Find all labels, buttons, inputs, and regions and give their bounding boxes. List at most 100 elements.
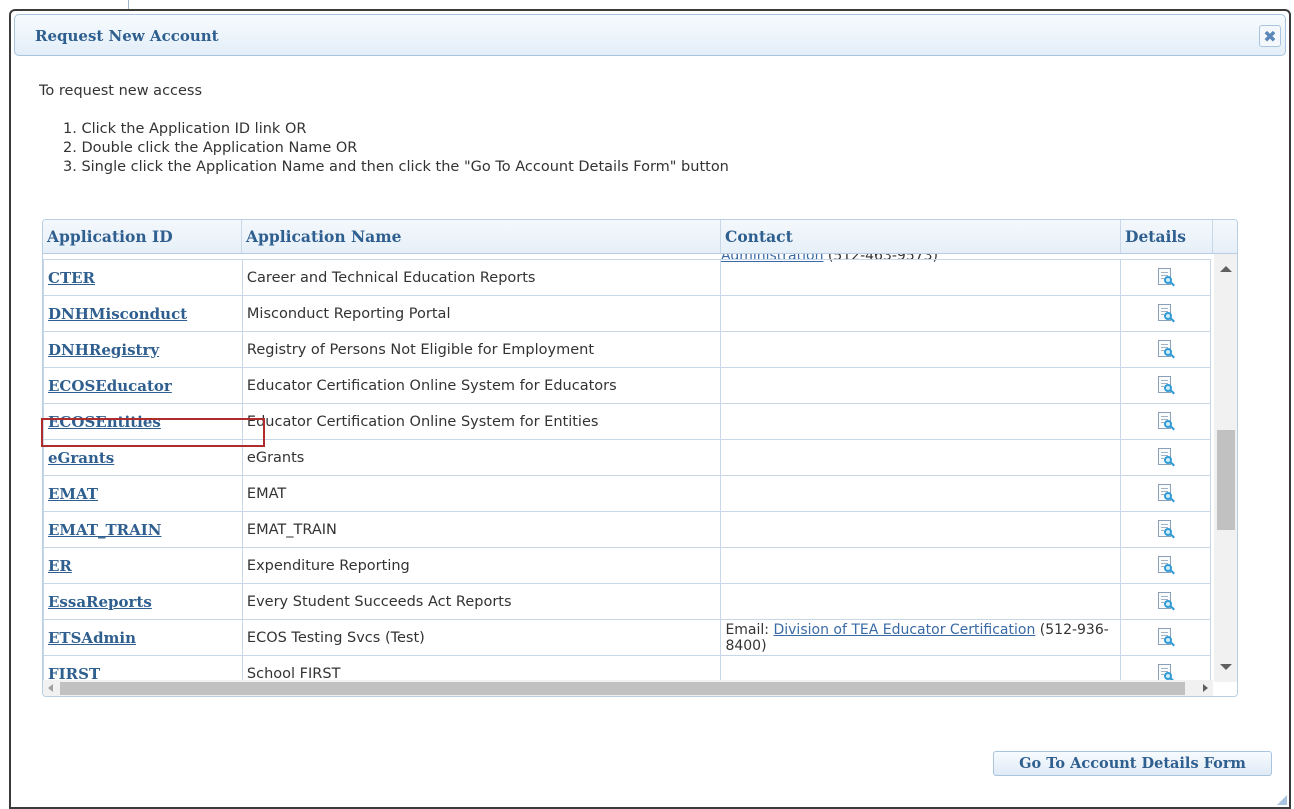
table-row[interactable]: DNHMisconduct Misconduct Reporting Portal [43,295,1211,332]
document-search-icon[interactable] [1157,483,1175,504]
application-name-cell[interactable]: Educator Certification Online System for… [241,403,722,440]
scroll-up-arrow-icon[interactable] [1220,266,1232,272]
details-cell [1120,619,1211,656]
instruction-step: 1. Click the Application ID link OR [63,121,307,137]
contact-cell [720,331,1122,368]
application-name-cell[interactable]: Educator Certification Online System for… [241,367,722,404]
document-search-icon[interactable] [1157,555,1175,576]
document-search-icon[interactable] [1157,663,1175,680]
table-row[interactable]: CTER Career and Technical Education Repor… [43,259,1211,296]
details-cell [1120,367,1211,404]
dialog-titlebar: Request New Account ✖ [14,14,1286,56]
details-cell [1120,331,1211,368]
application-name-cell[interactable]: ECOS Testing Svcs (Test) [241,619,722,656]
application-id-link[interactable]: EMAT_TRAIN [48,521,162,539]
document-search-icon[interactable] [1157,591,1175,612]
scrollbar-corner [1214,682,1237,696]
column-header-details[interactable]: Details [1121,220,1213,253]
grid-header: Application ID Application Name Contact … [43,220,1237,254]
details-cell [1120,511,1211,548]
document-search-icon[interactable] [1157,303,1175,324]
application-id-link[interactable]: ECOSEntities [48,413,161,431]
column-header-application-id[interactable]: Application ID [43,220,242,253]
contact-cell [720,439,1122,476]
table-row[interactable]: ECOSEducator Educator Certification Onlin… [43,367,1211,404]
scroll-right-arrow-icon[interactable] [1203,684,1208,692]
application-id-cell: EMAT_TRAIN [43,511,243,548]
application-id-link[interactable]: eGrants [48,449,114,467]
contact-label: Email: [725,621,774,638]
application-name-cell[interactable]: Misconduct Reporting Portal [241,295,722,332]
instruction-step: 2. Double click the Application Name OR [63,140,358,156]
go-to-account-details-form-button[interactable]: Go To Account Details Form [993,751,1272,776]
column-header-contact[interactable]: Contact [721,220,1121,253]
horizontal-scrollbar[interactable] [43,680,1213,696]
table-row[interactable]: ER Expenditure Reporting [43,547,1211,584]
details-cell [1120,475,1211,512]
vertical-scrollbar[interactable] [1214,254,1237,682]
details-cell [1120,655,1211,680]
resize-grip-icon[interactable] [1275,793,1287,805]
contact-link[interactable]: Division of TEA Educator Certification [773,622,1035,638]
application-id-cell: DNHMisconduct [43,295,243,332]
application-name-cell[interactable]: EMAT [241,475,722,512]
dialog-title: Request New Account [35,27,219,45]
column-header-application-name[interactable]: Application Name [242,220,721,253]
scroll-down-arrow-icon[interactable] [1220,664,1232,670]
application-id-link[interactable]: FIRST [48,665,100,681]
application-id-link[interactable]: EssaReports [48,593,152,611]
application-id-cell: EMAT [43,475,243,512]
instruction-steps: 1. Click the Application ID link OR 2. D… [63,120,729,177]
table-row[interactable]: EssaReports Every Student Succeeds Act Re… [43,583,1211,620]
document-search-icon[interactable] [1157,519,1175,540]
scroll-left-arrow-icon[interactable] [48,684,53,692]
application-name-cell[interactable]: eGrants [241,439,722,476]
application-id-link[interactable]: ECOSEducator [48,377,172,395]
table-row[interactable]: FIRST School FIRST [43,655,1211,681]
application-id-link[interactable]: DNHMisconduct [48,305,187,323]
document-search-icon[interactable] [1157,447,1175,468]
application-name-cell[interactable]: School FIRST [241,655,722,680]
details-cell [1120,259,1211,296]
application-id-link[interactable]: DNHRegistry [48,341,159,359]
vertical-scroll-thumb[interactable] [1217,430,1235,530]
intro-text: To request new access [39,83,203,99]
horizontal-scroll-thumb[interactable] [60,682,1185,695]
application-name-cell[interactable]: Every Student Succeeds Act Reports [241,583,722,620]
contact-cell [720,295,1122,332]
table-row[interactable]: ETSAdmin ECOS Testing Svcs (Test) Email: D… [43,619,1211,656]
table-row[interactable]: EMAT EMAT [43,475,1211,512]
close-icon[interactable]: ✖ [1259,25,1281,47]
request-new-account-dialog: Request New Account ✖ To request new acc… [9,9,1291,809]
application-id-cell: ECOSEducator [43,367,243,404]
applications-table: CTER Career and Technical Education Repor… [43,259,1211,680]
details-cell [1120,547,1211,584]
application-name-cell[interactable]: Registry of Persons Not Eligible for Emp… [241,331,722,368]
table-row[interactable]: DNHRegistry Registry of Persons Not Eligi… [43,331,1211,368]
application-id-cell: ETSAdmin [43,619,243,656]
details-cell [1120,583,1211,620]
contact-cell [720,511,1122,548]
application-id-link[interactable]: ER [48,557,72,575]
application-name-cell[interactable]: EMAT_TRAIN [241,511,722,548]
application-name-cell[interactable]: Career and Technical Education Reports [241,259,722,296]
contact-cell: Email: Division of TEA Educator Certific… [720,619,1122,656]
document-search-icon[interactable] [1157,339,1175,360]
application-id-link[interactable]: EMAT [48,485,98,503]
application-id-cell: EssaReports [43,583,243,620]
document-search-icon[interactable] [1157,375,1175,396]
document-search-icon[interactable] [1157,267,1175,288]
details-cell [1120,295,1211,332]
application-name-cell[interactable]: Expenditure Reporting [241,547,722,584]
document-search-icon[interactable] [1157,411,1175,432]
table-row[interactable]: eGrants eGrants [43,439,1211,476]
application-id-cell: FIRST [43,655,243,681]
table-row[interactable]: ECOSEntities Educator Certification Onlin… [43,403,1211,440]
application-id-cell: eGrants [43,439,243,476]
application-id-link[interactable]: ETSAdmin [48,629,136,647]
contact-cell [720,583,1122,620]
application-id-link[interactable]: CTER [48,269,95,287]
table-row[interactable]: EMAT_TRAIN EMAT_TRAIN [43,511,1211,548]
document-search-icon[interactable] [1157,627,1175,648]
application-id-cell: ER [43,547,243,584]
